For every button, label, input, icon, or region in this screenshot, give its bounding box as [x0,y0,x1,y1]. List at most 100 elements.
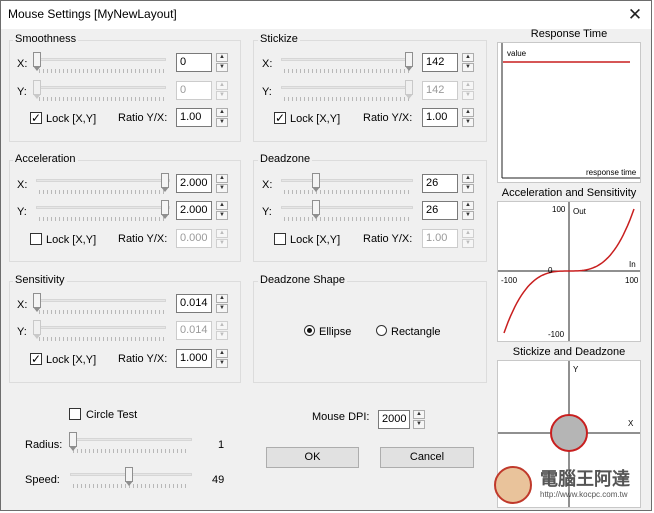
ok-button[interactable]: OK [266,447,359,468]
radius-label: Radius: [25,439,63,451]
acceleration-y-label: Y: [17,206,27,218]
smoothness-title: Smoothness [13,33,79,45]
deadzone-ratio-spinner: ▲ ▼ [462,229,474,248]
acceleration-ratio-label: Ratio Y/X: [118,233,168,245]
smoothness-lock-label[interactable]: Lock [X,Y] [46,113,96,125]
deadzone-ratio-input: 1.00 [422,229,458,248]
deadzone-y-label: Y: [262,206,272,218]
accel-x-label: In [629,260,636,269]
accel-sensitivity-plot [498,202,640,341]
accel-sensitivity-graph: 100 Out 0 -100 100 In -100 [497,201,641,342]
speed-value: 49 [212,474,225,486]
acceleration-x-label: X: [17,179,28,191]
stickize-y-input: 142 [422,81,458,100]
accel-y-label: Out [573,207,586,216]
watermark-site-text: 電腦王阿達 [540,469,630,489]
deadzone-shape-group [253,281,487,383]
stickize-x-spinner[interactable]: ▲ ▼ [462,53,474,72]
stickize-title: Stickize [258,33,300,45]
deadzone-graph-y-label: Y [573,365,579,374]
speed-thumb[interactable] [125,467,133,486]
acceleration-x-spinner[interactable]: ▲ ▼ [216,174,228,193]
sensitivity-title: Sensitivity [13,274,67,286]
stickize-deadzone-title: Stickize and Deadzone [512,346,626,358]
response-time-graph: value response time [497,42,641,183]
smoothness-x-label: X: [17,58,28,70]
accel-y-top: 100 [552,205,566,214]
sensitivity-ratio-label: Ratio Y/X: [118,353,168,365]
deadzone-shape-title: Deadzone Shape [258,274,348,286]
acceleration-lock-checkbox[interactable] [30,233,42,245]
sensitivity-y-input: 0.014 [176,321,212,340]
accel-x-right: 100 [625,276,639,285]
deadzone-ratio-label: Ratio Y/X: [363,233,413,245]
acceleration-y-thumb[interactable] [161,200,169,219]
sensitivity-y-spinner: ▲ ▼ [216,321,228,340]
smoothness-x-thumb[interactable] [33,52,41,71]
deadzone-title: Deadzone [258,153,313,165]
accel-origin: 0 [548,266,553,275]
deadzone-lock-label[interactable]: Lock [X,Y] [290,234,340,246]
stickize-y-thumb [405,80,413,99]
smoothness-x-input[interactable]: 0 [176,53,212,72]
mouse-dpi-input[interactable]: 2000 [378,410,410,429]
smoothness-y-spinner: ▲ ▼ [216,81,228,100]
ellipse-radio[interactable] [304,325,315,336]
watermark: 電腦王阿達 http://www.kocpc.com.tw [490,462,648,506]
circle-test-checkbox[interactable] [69,408,81,420]
smoothness-ratio-spinner[interactable]: ▲ ▼ [216,108,228,127]
sensitivity-ratio-spinner[interactable]: ▲ ▼ [216,349,228,368]
accel-x-left: -100 [501,276,518,285]
response-time-value-label: value [507,49,527,58]
acceleration-y-spinner[interactable]: ▲ ▼ [216,201,228,220]
sensitivity-lock-checkbox[interactable]: ✓ [30,353,42,365]
sensitivity-x-input[interactable]: 0.014 [176,294,212,313]
stickize-ratio-input[interactable]: 1.00 [422,108,458,127]
watermark-url: http://www.kocpc.com.tw [540,490,628,499]
deadzone-lock-checkbox[interactable] [274,233,286,245]
smoothness-lock-checkbox[interactable]: ✓ [30,112,42,124]
accel-sensitivity-title: Acceleration and Sensitivity [501,187,637,199]
window-title: Mouse Settings [MyNewLayout] [8,7,177,21]
ellipse-label[interactable]: Ellipse [319,326,351,338]
sensitivity-y-label: Y: [17,326,27,338]
sensitivity-lock-label[interactable]: Lock [X,Y] [46,354,96,366]
accel-y-bottom: -100 [548,330,565,339]
stickize-x-thumb[interactable] [405,52,413,71]
close-icon[interactable]: ✕ [619,1,651,29]
acceleration-x-input[interactable]: 2.000 [176,174,212,193]
deadzone-y-input[interactable]: 26 [422,201,458,220]
rectangle-radio[interactable] [376,325,387,336]
sensitivity-ratio-input[interactable]: 1.000 [176,349,212,368]
deadzone-y-spinner[interactable]: ▲ ▼ [462,201,474,220]
deadzone-x-thumb[interactable] [312,173,320,192]
acceleration-lock-label[interactable]: Lock [X,Y] [46,234,96,246]
stickize-lock-label[interactable]: Lock [X,Y] [290,113,340,125]
circle-test-label[interactable]: Circle Test [86,409,137,421]
acceleration-ratio-input: 0.000 [176,229,212,248]
mouse-dpi-spinner[interactable]: ▲ ▼ [413,410,425,429]
rectangle-label[interactable]: Rectangle [391,326,441,338]
smoothness-y-input: 0 [176,81,212,100]
deadzone-x-input[interactable]: 26 [422,174,458,193]
speed-label: Speed: [25,474,60,486]
response-time-axis-label: response time [586,168,637,177]
sensitivity-x-label: X: [17,299,28,311]
sensitivity-x-spinner[interactable]: ▲ ▼ [216,294,228,313]
radius-thumb[interactable] [69,432,77,451]
smoothness-ratio-input[interactable]: 1.00 [176,108,212,127]
deadzone-x-spinner[interactable]: ▲ ▼ [462,174,474,193]
acceleration-ratio-spinner: ▲ ▼ [216,229,228,248]
sensitivity-x-thumb[interactable] [33,293,41,312]
acceleration-x-thumb[interactable] [161,173,169,192]
deadzone-graph-x-label: X [628,419,634,428]
deadzone-y-thumb[interactable] [312,200,320,219]
sensitivity-y-thumb [33,320,41,339]
stickize-ratio-spinner[interactable]: ▲ ▼ [462,108,474,127]
smoothness-x-spinner[interactable]: ▲ ▼ [216,53,228,72]
acceleration-y-input[interactable]: 2.000 [176,201,212,220]
cancel-button[interactable]: Cancel [380,447,474,468]
stickize-x-input[interactable]: 142 [422,53,458,72]
stickize-lock-checkbox[interactable]: ✓ [274,112,286,124]
smoothness-y-label: Y: [17,86,27,98]
